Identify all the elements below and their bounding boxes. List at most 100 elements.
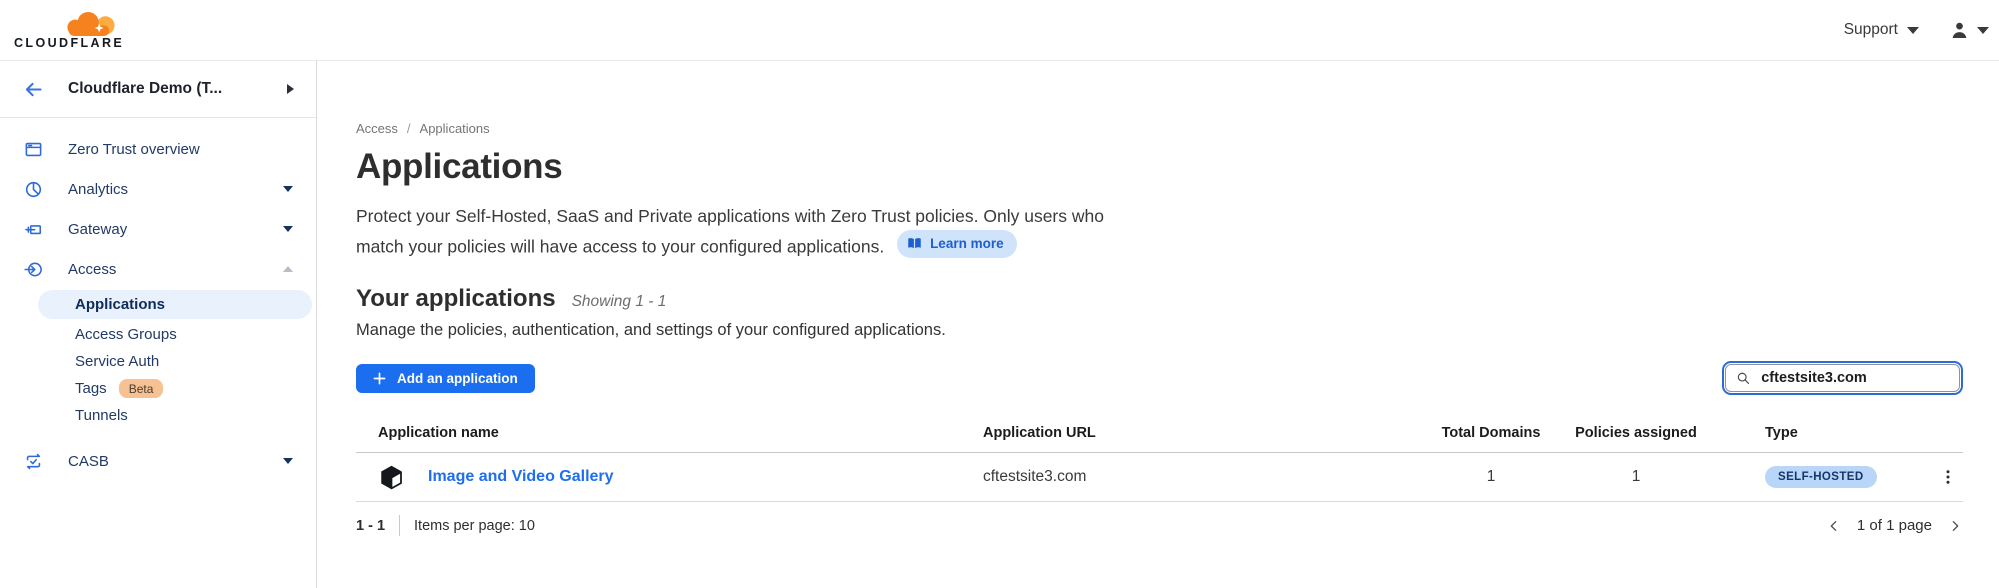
total-domains-cell: 1 — [1436, 468, 1546, 486]
sidebar-item-tunnels[interactable]: Tunnels — [0, 402, 316, 429]
type-badge: SELF-HOSTED — [1765, 466, 1877, 488]
learn-more-label: Learn more — [930, 233, 1004, 255]
application-cube-icon — [378, 464, 405, 491]
book-icon — [907, 237, 922, 250]
user-account-menu[interactable] — [1949, 20, 1989, 41]
sidebar-item-label: Analytics — [68, 181, 283, 198]
section-title: Your applications — [356, 285, 556, 313]
sidebar-item-gateway[interactable]: Gateway — [0, 209, 316, 249]
breadcrumb-applications[interactable]: Applications — [420, 121, 490, 136]
add-application-button[interactable]: Add an application — [356, 364, 535, 393]
user-icon — [1949, 20, 1970, 41]
sidebar-item-label: CASB — [68, 453, 283, 470]
window-icon — [23, 139, 43, 159]
search-icon — [1736, 370, 1750, 386]
sidebar-item-label: Access Groups — [75, 326, 177, 343]
breadcrumb-access[interactable]: Access — [356, 121, 398, 136]
sidebar-item-label: Gateway — [68, 221, 283, 238]
chevron-up-icon — [283, 266, 293, 272]
beta-badge: Beta — [119, 379, 164, 398]
sidebar-item-service-auth[interactable]: Service Auth — [0, 348, 316, 375]
chevron-down-icon — [283, 458, 293, 464]
chevron-right-icon[interactable] — [287, 84, 294, 94]
column-header-type: Type — [1726, 425, 1923, 441]
top-bar: CLOUDFLARE Support — [0, 0, 1999, 61]
learn-more-button[interactable]: Learn more — [897, 230, 1017, 258]
search-focus-ring — [1722, 361, 1963, 395]
sidebar-item-access-groups[interactable]: Access Groups — [0, 321, 316, 348]
sidebar: Cloudflare Demo (T... Zero Trust overvie… — [0, 61, 317, 588]
plus-icon — [373, 372, 386, 385]
sidebar-nav: Zero Trust overview Analytics — [0, 118, 316, 481]
support-label: Support — [1844, 21, 1898, 39]
section-header: Your applications Showing 1 - 1 — [356, 285, 1963, 313]
support-menu[interactable]: Support — [1844, 21, 1919, 39]
sidebar-item-label: Access — [68, 261, 283, 278]
pagination-bar: 1 - 1 Items per page: 10 1 of 1 page — [356, 515, 1963, 536]
section-subtitle: Manage the policies, authentication, and… — [356, 321, 1963, 340]
row-actions-menu-button[interactable] — [1939, 468, 1963, 486]
casb-icon — [23, 451, 43, 471]
search-box — [1725, 364, 1960, 392]
pagination-right: 1 of 1 page — [1826, 517, 1963, 534]
column-header-total-domains: Total Domains — [1436, 425, 1546, 441]
search-input[interactable] — [1759, 369, 1949, 387]
sidebar-item-zero-trust-overview[interactable]: Zero Trust overview — [0, 129, 316, 169]
table-row: Image and Video Gallery cftestsite3.com … — [356, 453, 1963, 502]
chevron-down-icon — [283, 186, 293, 192]
account-name[interactable]: Cloudflare Demo (T... — [68, 80, 287, 98]
pagination-left: 1 - 1 Items per page: 10 — [356, 515, 535, 536]
chevron-left-icon — [1826, 518, 1842, 534]
showing-count: Showing 1 - 1 — [572, 293, 667, 311]
chevron-down-icon — [283, 226, 293, 232]
next-page-button[interactable] — [1947, 518, 1963, 534]
sidebar-item-label: Zero Trust overview — [68, 141, 293, 158]
application-url-cell: cftestsite3.com — [983, 468, 1436, 486]
gateway-icon — [23, 219, 43, 239]
account-switcher: Cloudflare Demo (T... — [0, 61, 316, 118]
chevron-down-icon — [1977, 27, 1989, 34]
type-cell: SELF-HOSTED — [1726, 466, 1923, 488]
add-application-label: Add an application — [397, 371, 518, 386]
items-per-page[interactable]: Items per page: 10 — [414, 518, 535, 534]
application-name-cell: Image and Video Gallery — [356, 464, 983, 491]
divider — [399, 515, 400, 536]
sidebar-item-label: Applications — [75, 296, 165, 313]
cloudflare-logo[interactable]: CLOUDFLARE — [14, 11, 124, 50]
sidebar-item-label: Service Auth — [75, 353, 159, 370]
sidebar-item-analytics[interactable]: Analytics — [0, 169, 316, 209]
sidebar-item-casb[interactable]: CASB — [0, 441, 316, 481]
zero-trust-dashboard: CLOUDFLARE Support Cloudflare — [0, 0, 1999, 588]
sidebar-item-applications[interactable]: Applications — [38, 290, 312, 319]
chevron-right-icon — [1947, 518, 1963, 534]
cloudflare-cloud-icon — [64, 11, 118, 36]
applications-toolbar: Add an application — [356, 361, 1963, 395]
sidebar-item-tags[interactable]: Tags Beta — [0, 375, 316, 402]
column-header-application-url: Application URL — [983, 425, 1436, 441]
applications-table: Application name Application URL Total D… — [356, 421, 1963, 502]
chevron-down-icon — [1907, 27, 1919, 34]
sidebar-item-access[interactable]: Access — [0, 249, 316, 289]
column-header-policies-assigned: Policies assigned — [1546, 425, 1726, 441]
page-description: Protect your Self-Hosted, SaaS and Priva… — [356, 202, 1963, 260]
kebab-menu-icon — [1939, 468, 1957, 486]
cloudflare-logo-text: CLOUDFLARE — [14, 36, 124, 50]
page-title: Applications — [356, 147, 1963, 187]
breadcrumb: Access / Applications — [356, 121, 1963, 136]
previous-page-button[interactable] — [1826, 518, 1842, 534]
back-arrow-icon[interactable] — [23, 79, 44, 100]
policies-assigned-cell: 1 — [1546, 468, 1726, 486]
pie-chart-icon — [23, 179, 43, 199]
sidebar-item-label: Tunnels — [75, 407, 128, 424]
description-line-1: Protect your Self-Hosted, SaaS and Priva… — [356, 206, 1104, 226]
main-content: Access / Applications Applications Prote… — [317, 61, 1999, 588]
description-line-2: match your policies will have access to … — [356, 236, 884, 256]
sidebar-item-label: Tags — [75, 380, 107, 397]
application-link[interactable]: Image and Video Gallery — [428, 468, 614, 486]
table-header-row: Application name Application URL Total D… — [356, 421, 1963, 453]
top-bar-actions: Support — [1844, 20, 1991, 41]
column-header-application-name: Application name — [356, 425, 983, 441]
access-submenu: Applications Access Groups Service Auth … — [0, 290, 316, 429]
login-arrow-icon — [23, 259, 43, 279]
page-status: 1 of 1 page — [1857, 517, 1932, 534]
